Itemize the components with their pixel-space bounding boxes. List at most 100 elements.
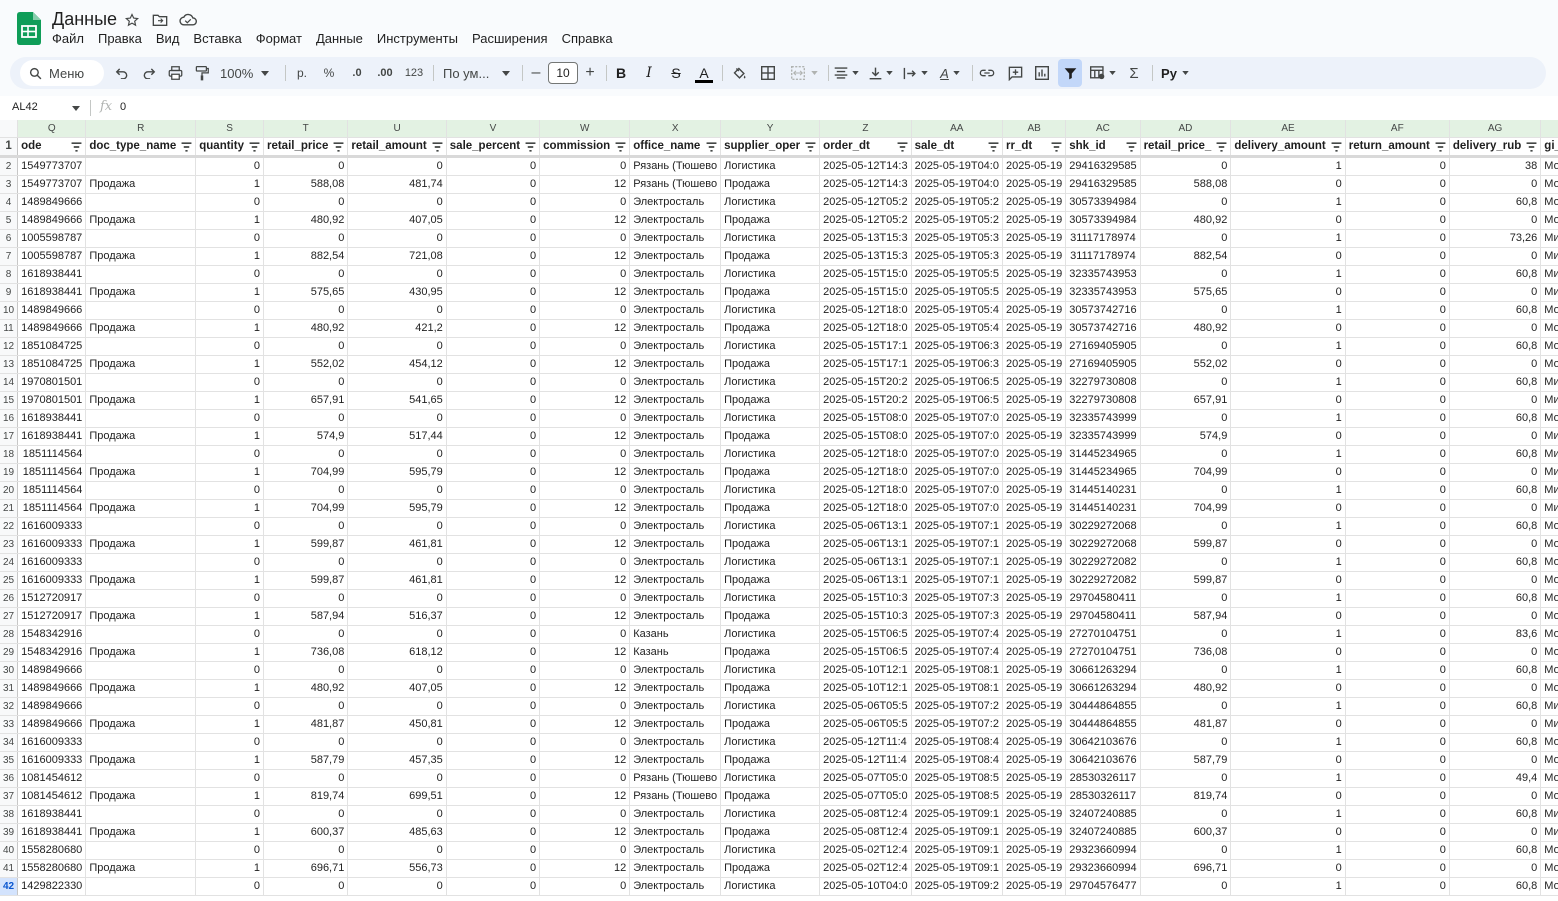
- cell-q[interactable]: 1618938441: [17, 265, 87, 284]
- cell-ah[interactable]: Моно: [1540, 211, 1558, 230]
- cell-r[interactable]: [85, 589, 197, 608]
- row-number[interactable]: 35: [0, 751, 19, 770]
- cell-af[interactable]: 0: [1345, 391, 1450, 410]
- cell-ae[interactable]: 0: [1230, 283, 1346, 302]
- cell-y[interactable]: Логистика: [720, 769, 821, 788]
- cell-x[interactable]: Электросталь: [629, 229, 722, 248]
- column-title-cell[interactable]: office_name: [629, 137, 722, 158]
- cell-ah[interactable]: Моно: [1540, 859, 1558, 878]
- cell-t[interactable]: 0: [263, 229, 349, 248]
- cell-x[interactable]: Электросталь: [629, 481, 722, 500]
- cell-r[interactable]: [85, 373, 197, 392]
- menu-help[interactable]: Справка: [555, 31, 620, 47]
- row-number[interactable]: 1: [0, 137, 19, 158]
- cell-s[interactable]: 1: [195, 319, 264, 338]
- cell-q[interactable]: 1512720917: [17, 589, 87, 608]
- cell-aa[interactable]: 2025-05-19T08:4: [911, 751, 1003, 770]
- cell-ab[interactable]: 2025-05-19: [1002, 193, 1067, 212]
- filter-list-icon[interactable]: [1331, 142, 1342, 152]
- cell-r[interactable]: Продажа: [85, 715, 197, 734]
- cell-af[interactable]: 0: [1345, 589, 1450, 608]
- cell-ab[interactable]: 2025-05-19: [1002, 391, 1067, 410]
- cell-ag[interactable]: 60,8: [1449, 445, 1542, 464]
- cell-af[interactable]: 0: [1345, 319, 1450, 338]
- cell-v[interactable]: 0: [446, 769, 541, 788]
- cell-ab[interactable]: 2025-05-19: [1002, 553, 1067, 572]
- cell-r[interactable]: Продажа: [85, 283, 197, 302]
- cell-ah[interactable]: Моно: [1540, 337, 1558, 356]
- cell-v[interactable]: 0: [446, 589, 541, 608]
- cell-ac[interactable]: 31117178974: [1065, 247, 1141, 266]
- cell-ag[interactable]: 0: [1449, 571, 1542, 590]
- cell-y[interactable]: Продажа: [720, 787, 821, 806]
- cell-aa[interactable]: 2025-05-19T09:1: [911, 823, 1003, 842]
- filter-list-icon[interactable]: [706, 142, 717, 152]
- cell-y[interactable]: Продажа: [720, 283, 821, 302]
- cell-aa[interactable]: 2025-05-19T05:5: [911, 265, 1003, 284]
- cell-v[interactable]: 0: [446, 751, 541, 770]
- cell-s[interactable]: 0: [195, 301, 264, 320]
- cell-ac[interactable]: 31117178974: [1065, 229, 1141, 248]
- filter-list-icon[interactable]: [988, 142, 999, 152]
- cell-z[interactable]: 2025-05-12T18:0: [819, 499, 912, 518]
- row-number[interactable]: 37: [0, 787, 19, 806]
- insert-link-button[interactable]: [977, 57, 997, 89]
- cell-ab[interactable]: 2025-05-19: [1002, 156, 1067, 176]
- cell-ae[interactable]: 0: [1230, 391, 1346, 410]
- cell-w[interactable]: 0: [539, 445, 631, 464]
- cell-ag[interactable]: 38: [1449, 156, 1542, 176]
- cell-ac[interactable]: 32335743953: [1065, 265, 1141, 284]
- cell-s[interactable]: 0: [195, 877, 264, 896]
- cell-q[interactable]: 1489849666: [17, 679, 87, 698]
- cell-u[interactable]: 0: [347, 733, 447, 752]
- cell-ah[interactable]: Моно: [1540, 625, 1558, 644]
- row-number[interactable]: 11: [0, 319, 19, 338]
- cell-ad[interactable]: 657,91: [1140, 391, 1232, 410]
- cell-ae[interactable]: 0: [1230, 679, 1346, 698]
- cell-ab[interactable]: 2025-05-19: [1002, 841, 1067, 860]
- menu-view[interactable]: Вид: [149, 31, 187, 47]
- cell-ae[interactable]: 0: [1230, 751, 1346, 770]
- cell-ah[interactable]: Микс: [1540, 247, 1558, 266]
- cell-w[interactable]: 12: [539, 247, 631, 266]
- cell-u[interactable]: 0: [347, 156, 447, 176]
- cell-ac[interactable]: 32279730808: [1065, 391, 1141, 410]
- cell-z[interactable]: 2025-05-15T15:0: [819, 283, 912, 302]
- cell-u[interactable]: 0: [347, 301, 447, 320]
- cell-r[interactable]: [85, 841, 197, 860]
- cell-ad[interactable]: 588,08: [1140, 175, 1232, 194]
- italic-button[interactable]: I: [639, 57, 659, 89]
- cell-aa[interactable]: 2025-05-19T08:4: [911, 733, 1003, 752]
- cell-ad[interactable]: 0: [1140, 733, 1232, 752]
- cell-y[interactable]: Продажа: [720, 499, 821, 518]
- cell-x[interactable]: Электросталь: [629, 553, 722, 572]
- cell-z[interactable]: 2025-05-15T10:3: [819, 589, 912, 608]
- cell-x[interactable]: Электросталь: [629, 859, 722, 878]
- cell-ah[interactable]: Моно: [1540, 571, 1558, 590]
- cell-ab[interactable]: 2025-05-19: [1002, 571, 1067, 590]
- cell-ae[interactable]: 1: [1230, 481, 1346, 500]
- cell-y[interactable]: Продажа: [720, 571, 821, 590]
- cell-ad[interactable]: 696,71: [1140, 859, 1232, 878]
- cell-w[interactable]: 12: [539, 607, 631, 626]
- cell-ab[interactable]: 2025-05-19: [1002, 877, 1067, 896]
- cell-z[interactable]: 2025-05-07T05:0: [819, 769, 912, 788]
- cell-ae[interactable]: 0: [1230, 355, 1346, 374]
- cell-ad[interactable]: 0: [1140, 193, 1232, 212]
- cell-s[interactable]: 1: [195, 499, 264, 518]
- row-number[interactable]: 41: [0, 859, 19, 878]
- cell-v[interactable]: 0: [446, 409, 541, 428]
- cell-x[interactable]: Электросталь: [629, 193, 722, 212]
- column-header-ae[interactable]: AE: [1230, 120, 1346, 138]
- cell-af[interactable]: 0: [1345, 715, 1450, 734]
- cell-u[interactable]: 0: [347, 697, 447, 716]
- cell-q[interactable]: 1851114564: [17, 445, 87, 464]
- cell-ae[interactable]: 1: [1230, 697, 1346, 716]
- filter-list-icon[interactable]: [1051, 142, 1062, 152]
- cell-y[interactable]: Продажа: [720, 463, 821, 482]
- cell-ab[interactable]: 2025-05-19: [1002, 679, 1067, 698]
- cell-af[interactable]: 0: [1345, 481, 1450, 500]
- cell-u[interactable]: 517,44: [347, 427, 447, 446]
- cell-s[interactable]: 1: [195, 823, 264, 842]
- cell-ah[interactable]: Моно: [1540, 156, 1558, 176]
